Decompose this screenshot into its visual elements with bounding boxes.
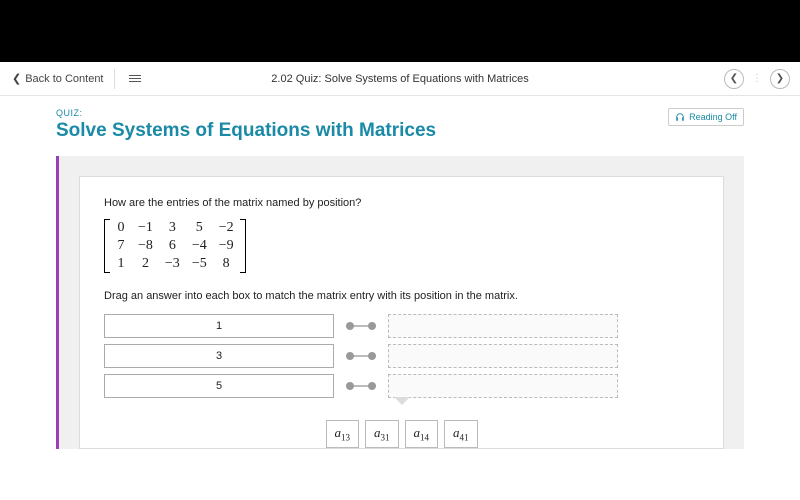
answer-tile[interactable]: a31 [365,420,399,448]
dots-icon: ⋮ [748,73,766,84]
breadcrumb-bar: ❮ Back to Content 2.02 Quiz: Solve Syste… [0,62,800,96]
drop-target[interactable] [388,344,618,368]
question-text: How are the entries of the matrix named … [104,197,699,209]
reading-label: Reading Off [689,112,737,122]
menu-icon[interactable] [125,71,145,86]
matrix-display: 0 −1 3 5 −2 7 −8 6 −4 −9 1 [104,219,246,273]
matrix-cell: 7 [110,237,132,255]
given-value: 5 [104,374,334,398]
matrix-cell: 0 [110,219,132,237]
instruction-text: Drag an answer into each box to match th… [104,290,699,302]
match-rows: 1 3 5 [104,314,699,398]
matrix-cell: −1 [132,219,159,237]
matrix-cell: 6 [159,237,186,255]
chevron-right-icon: ❯ [776,73,784,84]
matrix-cell: −9 [213,237,240,255]
answer-tiles: a13 a31 a14 a41 [104,410,699,448]
reading-toggle[interactable]: Reading Off [668,108,744,126]
matrix-cell: −4 [186,237,213,255]
matrix-cell: 3 [159,219,186,237]
matrix-cell: −5 [186,255,213,273]
drop-target[interactable] [388,374,618,398]
match-row: 5 [104,374,699,398]
quiz-kicker: QUIZ: [56,108,436,118]
chevron-left-icon: ❮ [730,73,738,84]
quiz-card: How are the entries of the matrix named … [79,176,724,449]
divider [114,69,115,89]
drag-handle[interactable] [346,352,376,360]
back-button[interactable]: ❮ Back to Content [0,72,104,85]
quiz-title: Solve Systems of Equations with Matrices [56,120,436,142]
notch-icon [104,398,699,410]
prev-button[interactable]: ❮ [724,69,744,89]
chevron-left-icon: ❮ [12,72,21,85]
main-content: QUIZ: Solve Systems of Equations with Ma… [0,96,800,449]
headphones-icon [675,112,685,122]
match-row: 3 [104,344,699,368]
answer-tile[interactable]: a41 [444,420,478,448]
matrix-cell: −2 [213,219,240,237]
matrix-cell: −8 [132,237,159,255]
answer-tile[interactable]: a14 [405,420,439,448]
quiz-panel: How are the entries of the matrix named … [56,156,744,449]
next-button[interactable]: ❯ [770,69,790,89]
drag-handle[interactable] [346,322,376,330]
drop-target[interactable] [388,314,618,338]
matrix-cell: −3 [159,255,186,273]
answer-tile[interactable]: a13 [326,420,360,448]
given-value: 1 [104,314,334,338]
matrix-cell: 5 [186,219,213,237]
match-row: 1 [104,314,699,338]
given-value: 3 [104,344,334,368]
drag-handle[interactable] [346,382,376,390]
app-titlebar [0,0,800,62]
matrix-table: 0 −1 3 5 −2 7 −8 6 −4 −9 1 [110,219,240,273]
matrix-cell: 2 [132,255,159,273]
matrix-cell: 8 [213,255,240,273]
page-title: 2.02 Quiz: Solve Systems of Equations wi… [271,73,528,85]
matrix-cell: 1 [110,255,132,273]
nav-controls: ❮ ⋮ ❯ [724,69,790,89]
back-label: Back to Content [25,73,103,85]
